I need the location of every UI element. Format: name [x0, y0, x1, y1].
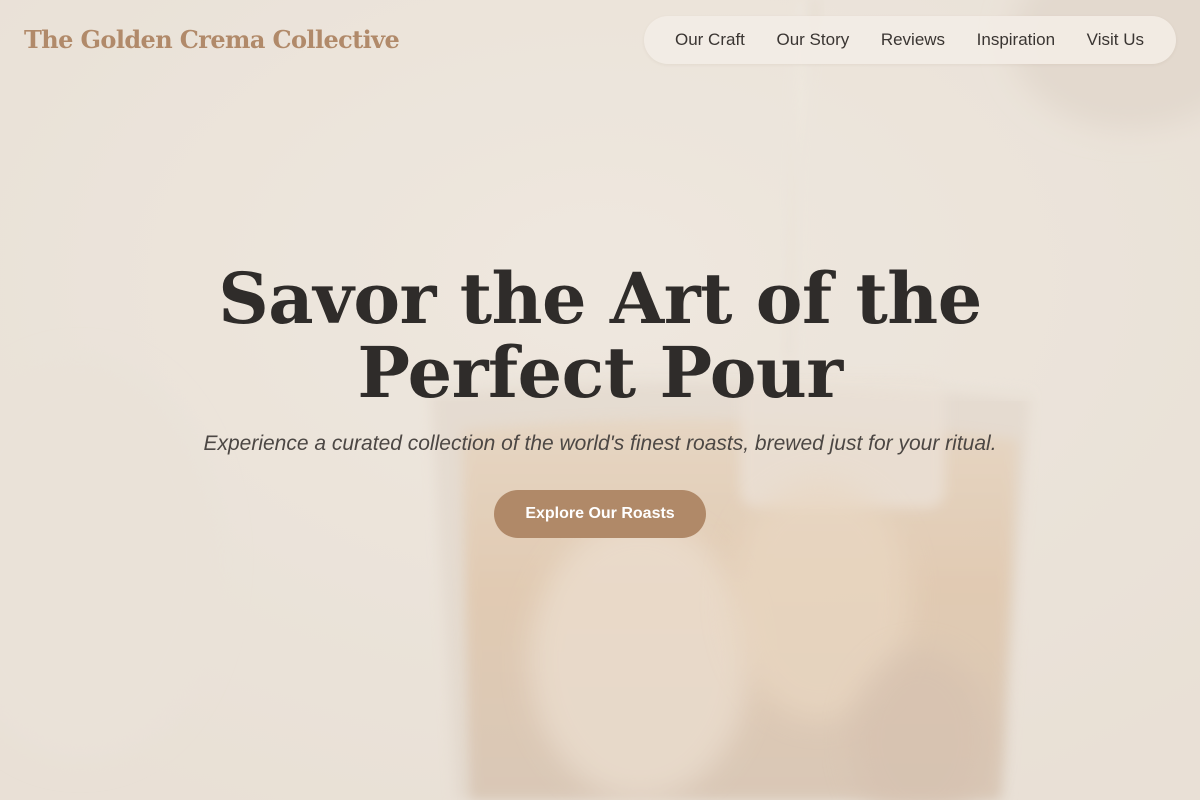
nav-link-reviews[interactable]: Reviews: [881, 30, 945, 50]
explore-roasts-button[interactable]: Explore Our Roasts: [494, 490, 706, 538]
hero-title: Savor the Art of the Perfect Pour: [218, 257, 982, 414]
site-header: The Golden Crema Collective Our Craft Ou…: [0, 0, 1200, 80]
main-nav: Our Craft Our Story Reviews Inspiration …: [644, 16, 1176, 64]
nav-link-our-story[interactable]: Our Story: [776, 30, 849, 50]
brand-logo[interactable]: The Golden Crema Collective: [24, 24, 400, 56]
nav-link-our-craft[interactable]: Our Craft: [675, 30, 745, 50]
nav-link-visit-us[interactable]: Visit Us: [1087, 30, 1144, 50]
hero-subtitle: Experience a curated collection of the w…: [203, 432, 997, 455]
nav-link-inspiration[interactable]: Inspiration: [977, 30, 1055, 50]
